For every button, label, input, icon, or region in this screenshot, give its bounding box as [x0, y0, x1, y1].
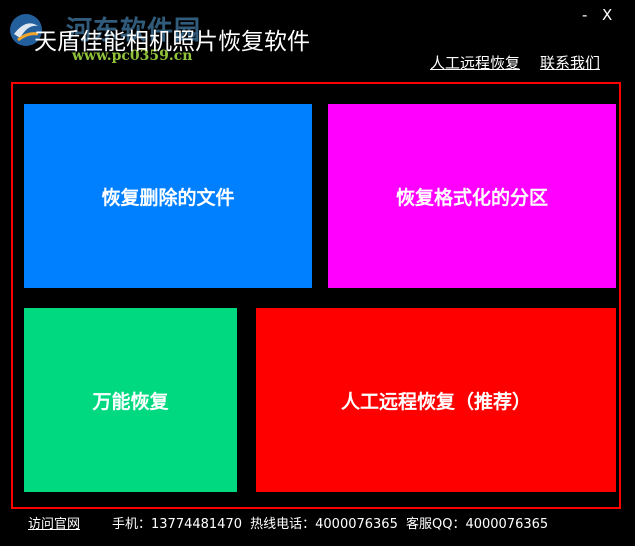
recover-deleted-files-tile[interactable]: 恢复删除的文件 — [24, 104, 312, 288]
remote-recovery-link[interactable]: 人工远程恢复 — [430, 52, 520, 73]
phone-number: 手机：13774481470 — [112, 517, 242, 532]
support-qq: 客服QQ：4000076365 — [405, 517, 549, 532]
minimize-button[interactable]: - — [582, 6, 587, 24]
universal-recovery-tile[interactable]: 万能恢复 — [24, 308, 237, 492]
hotline-number: 热线电话：4000076365 — [250, 517, 398, 532]
app-title: 天盾佳能相机照片恢复软件 — [34, 29, 310, 55]
close-button[interactable]: X — [602, 6, 612, 24]
contact-us-link[interactable]: 联系我们 — [540, 52, 600, 73]
manual-remote-recovery-tile[interactable]: 人工远程恢复（推荐） — [256, 308, 616, 492]
recover-formatted-partition-tile[interactable]: 恢复格式化的分区 — [328, 104, 616, 288]
tile-label: 恢复删除的文件 — [101, 186, 235, 209]
official-site-link[interactable]: 访问官网 — [28, 513, 80, 532]
tile-label: 万能恢复 — [92, 390, 169, 413]
tile-label: 恢复格式化的分区 — [395, 186, 548, 209]
tile-label: 人工远程恢复（推荐） — [340, 390, 531, 413]
contact-info: 手机：13774481470 热线电话：4000076365 客服QQ：4000… — [112, 513, 552, 532]
